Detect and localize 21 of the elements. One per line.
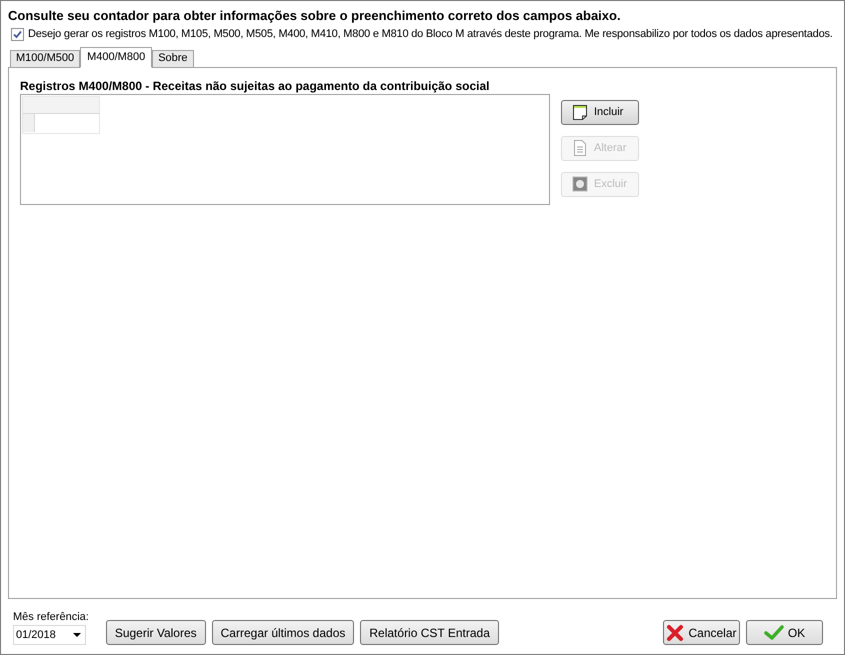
dropdown-caret-icon bbox=[73, 633, 81, 637]
cross-icon bbox=[666, 624, 684, 642]
tab[interactable]: Sobre bbox=[152, 50, 194, 68]
document-icon bbox=[572, 139, 588, 157]
action-button[interactable]: Incluir bbox=[561, 100, 639, 124]
ok-button[interactable]: OK bbox=[746, 620, 823, 645]
month-label: Mês referência: bbox=[13, 611, 89, 624]
group-title: Registros M400/M800 - Receitas não sujeitas ao pagamento da contribuição social bbox=[20, 78, 490, 92]
check-icon bbox=[764, 624, 784, 640]
consent-label: Desejo gerar os registros M100, M105, M500, M505, M400, M410, M800 e M810 do Bloco M através deste programa. Me responsabilizo por todos os dados apresentados. bbox=[28, 27, 833, 42]
footer-button[interactable]: Carregar últimos dados bbox=[212, 620, 354, 645]
tab[interactable]: M400/M800 bbox=[80, 46, 152, 68]
footer-button[interactable]: Sugerir Valores bbox=[106, 620, 206, 645]
footer-button[interactable]: Relatório CST Entrada bbox=[360, 620, 499, 645]
recycle-bin-icon bbox=[572, 176, 588, 192]
tab[interactable]: M100/M500 bbox=[10, 50, 80, 68]
cancel-button[interactable]: Cancelar bbox=[663, 620, 740, 645]
notice-text: Consulte seu contador para obter informações sobre o preenchimento correto dos campos abaixo. bbox=[8, 7, 622, 25]
month-dropdown[interactable]: 01/2018 bbox=[13, 625, 86, 645]
consent-checkbox[interactable] bbox=[11, 28, 24, 41]
note-icon bbox=[572, 103, 588, 121]
